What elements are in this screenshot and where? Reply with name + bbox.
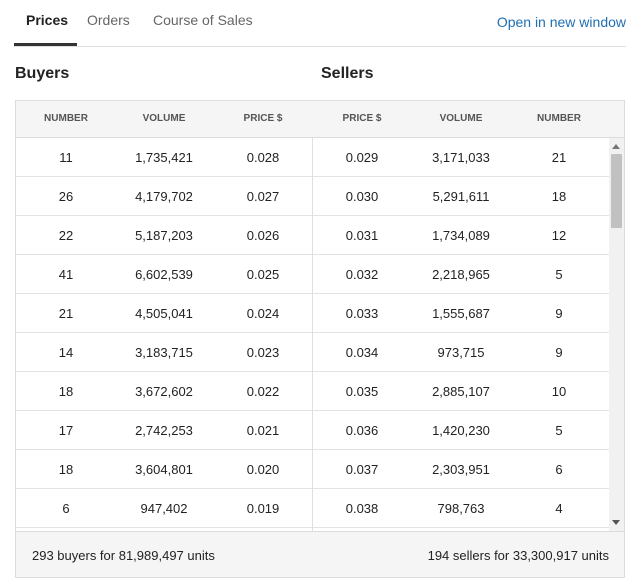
cell-sellers-price: 0.029	[345, 150, 379, 165]
cell-sellers-volume: 1,734,089	[432, 228, 490, 243]
col-header-buyers-volume[interactable]: VOLUME	[143, 113, 186, 124]
cell-buyers-number: 41	[58, 267, 74, 282]
cell-buyers-volume: 3,672,602	[135, 384, 193, 399]
cell-buyers-volume: 6,602,539	[135, 267, 193, 282]
col-header-sellers-price[interactable]: PRICE $	[343, 113, 382, 124]
chevron-down-icon[interactable]	[612, 520, 620, 525]
cell-buyers-number: 17	[58, 423, 74, 438]
cell-buyers-volume: 1,735,421	[135, 150, 193, 165]
cell-buyers-volume: 5,187,203	[135, 228, 193, 243]
cell-sellers-price: 0.032	[345, 267, 379, 282]
cell-sellers-price: 0.034	[345, 345, 379, 360]
cell-sellers-number: 10	[551, 384, 567, 399]
tab-course-of-sales[interactable]: Course of Sales	[153, 12, 253, 28]
cell-buyers-price: 0.024	[246, 306, 280, 321]
cell-sellers-volume: 973,715	[437, 345, 485, 360]
cell-buyers-price: 0.020	[246, 462, 280, 477]
cell-sellers-number: 9	[555, 345, 563, 360]
cell-sellers-price: 0.038	[345, 501, 379, 516]
cell-buyers-number: 21	[58, 306, 74, 321]
cell-sellers-number: 9	[555, 306, 563, 321]
cell-buyers-number: 18	[58, 462, 74, 477]
cell-sellers-volume: 1,555,687	[432, 306, 490, 321]
col-header-sellers-number[interactable]: NUMBER	[537, 113, 581, 124]
cell-buyers-number: 6	[62, 501, 70, 516]
cell-sellers-price: 0.035	[345, 384, 379, 399]
cell-buyers-price: 0.022	[246, 384, 280, 399]
buyers-summary: 293 buyers for 81,989,497 units	[32, 548, 215, 563]
cell-sellers-number: 4	[555, 501, 563, 516]
cell-sellers-number: 6	[555, 462, 563, 477]
cell-sellers-number: 5	[555, 267, 563, 282]
cell-sellers-volume: 2,885,107	[432, 384, 490, 399]
cell-sellers-price: 0.037	[345, 462, 379, 477]
cell-sellers-volume: 798,763	[437, 501, 485, 516]
cell-sellers-volume: 2,218,965	[432, 267, 490, 282]
active-tab-indicator	[14, 43, 77, 46]
cell-buyers-number: 18	[58, 384, 74, 399]
cell-buyers-volume: 3,183,715	[135, 345, 193, 360]
buyers-heading: Buyers	[15, 65, 70, 82]
cell-sellers-volume: 2,303,951	[432, 462, 490, 477]
order-book-table: NUMBER VOLUME PRICE $ PRICE $ VOLUME NUM…	[15, 100, 625, 578]
cell-sellers-volume: 5,291,611	[432, 189, 490, 204]
cell-sellers-price: 0.036	[345, 423, 379, 438]
cell-buyers-number: 14	[58, 345, 74, 360]
cell-sellers-number: 18	[551, 189, 567, 204]
cell-sellers-number: 12	[551, 228, 567, 243]
cell-buyers-number: 22	[58, 228, 74, 243]
col-header-buyers-number[interactable]: NUMBER	[44, 113, 88, 124]
cell-buyers-volume: 4,505,041	[135, 306, 193, 321]
cell-buyers-price: 0.026	[246, 228, 280, 243]
buyers-sellers-divider	[312, 138, 313, 531]
cell-buyers-price: 0.019	[246, 501, 280, 516]
cell-buyers-volume: 4,179,702	[135, 189, 193, 204]
cell-sellers-number: 21	[551, 150, 567, 165]
tab-prices[interactable]: Prices	[26, 12, 68, 28]
table-scrollbar[interactable]	[609, 138, 624, 531]
cell-buyers-price: 0.025	[246, 267, 280, 282]
scrollbar-thumb[interactable]	[611, 154, 622, 228]
cell-buyers-price: 0.028	[246, 150, 280, 165]
cell-buyers-volume: 947,402	[140, 501, 188, 516]
chevron-up-icon[interactable]	[612, 144, 620, 149]
sellers-heading: Sellers	[321, 65, 374, 82]
col-header-sellers-volume[interactable]: VOLUME	[440, 113, 483, 124]
cell-buyers-volume: 3,604,801	[135, 462, 193, 477]
cell-buyers-price: 0.021	[246, 423, 280, 438]
cell-sellers-volume: 3,171,033	[432, 150, 490, 165]
tab-orders[interactable]: Orders	[87, 12, 130, 28]
table-footer: 293 buyers for 81,989,497 units 194 sell…	[16, 531, 624, 577]
cell-buyers-price: 0.023	[246, 345, 280, 360]
cell-sellers-price: 0.033	[345, 306, 379, 321]
cell-sellers-volume: 1,420,230	[432, 423, 490, 438]
table-header: NUMBER VOLUME PRICE $ PRICE $ VOLUME NUM…	[16, 101, 624, 138]
cell-buyers-number: 26	[58, 189, 74, 204]
cell-sellers-price: 0.031	[345, 228, 379, 243]
open-in-new-window-link[interactable]: Open in new window	[497, 14, 626, 30]
tab-bar: Prices Orders Course of Sales Open in ne…	[14, 0, 626, 47]
sellers-summary: 194 sellers for 33,300,917 units	[427, 548, 609, 563]
cell-sellers-price: 0.030	[345, 189, 379, 204]
col-header-buyers-price[interactable]: PRICE $	[244, 113, 283, 124]
cell-buyers-volume: 2,742,253	[135, 423, 193, 438]
table-body: 11 1,735,421 0.028 0.029 3,171,033 21 26 4,179,…	[16, 138, 624, 531]
cell-sellers-number: 5	[555, 423, 563, 438]
cell-buyers-number: 11	[59, 150, 73, 165]
cell-buyers-price: 0.027	[246, 189, 280, 204]
